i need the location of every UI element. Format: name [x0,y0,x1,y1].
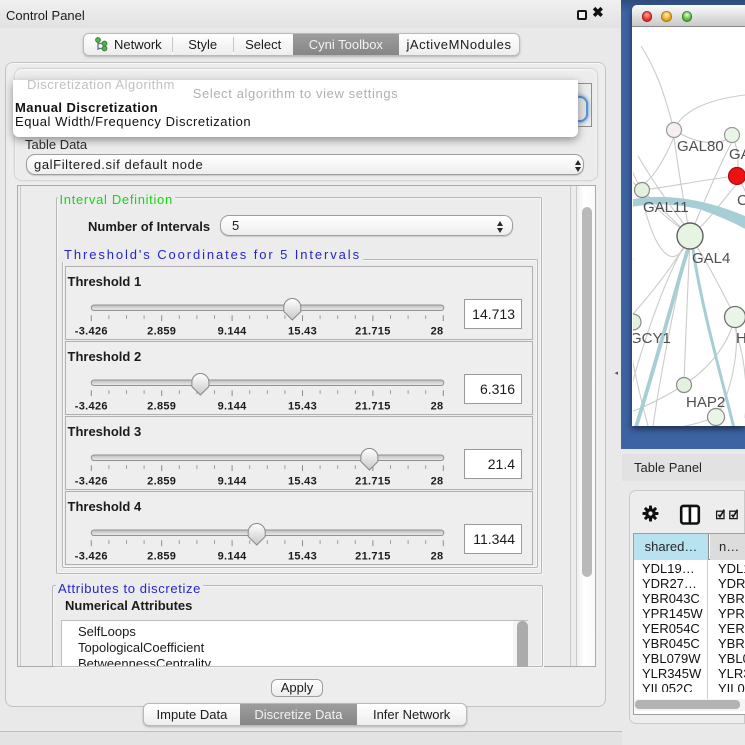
svg-text:-3.426: -3.426 [75,476,108,488]
svg-text:H: H [736,330,745,347]
svg-text:2.859: 2.859 [147,326,176,338]
svg-text:15.43: 15.43 [288,326,317,338]
svg-text:21.715: 21.715 [355,551,390,563]
svg-text:2.859: 2.859 [147,401,176,413]
svg-text:2.859: 2.859 [147,551,176,563]
svg-text:GA: GA [729,146,745,163]
svg-text:28: 28 [431,551,444,563]
svg-text:-3.426: -3.426 [75,401,108,413]
svg-text:28: 28 [431,476,444,488]
svg-text:15.43: 15.43 [288,401,317,413]
svg-text:9.144: 9.144 [218,476,248,488]
svg-text:GAL4: GAL4 [692,250,730,267]
svg-text:21.715: 21.715 [355,326,390,338]
svg-text:GAL11: GAL11 [643,199,689,216]
svg-text:2.859: 2.859 [147,476,176,488]
svg-text:15.43: 15.43 [288,476,317,488]
svg-text:21.715: 21.715 [355,401,390,413]
svg-text:GAL80: GAL80 [677,138,724,155]
svg-text:28: 28 [431,401,444,413]
svg-text:HAP2: HAP2 [686,394,725,411]
svg-text:-3.426: -3.426 [75,551,108,563]
svg-text:C: C [737,192,745,209]
svg-text:21.715: 21.715 [355,476,390,488]
svg-text:9.144: 9.144 [218,551,248,563]
svg-text:9.144: 9.144 [218,401,248,413]
svg-text:-3.426: -3.426 [75,326,108,338]
svg-text:28: 28 [431,326,444,338]
svg-text:9.144: 9.144 [218,326,248,338]
svg-text:GCY1: GCY1 [633,330,671,347]
svg-text:15.43: 15.43 [288,551,317,563]
